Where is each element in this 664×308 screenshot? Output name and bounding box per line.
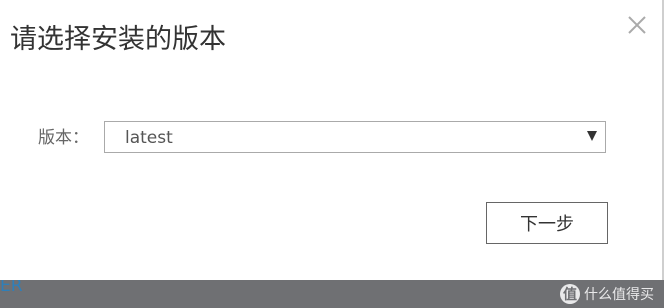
version-select-value: latest — [125, 128, 173, 148]
title-divider — [0, 81, 662, 82]
next-button[interactable]: 下一步 — [486, 202, 608, 244]
watermark-logo-icon: 值 — [560, 284, 580, 304]
version-select[interactable]: latest — [104, 121, 606, 153]
version-label: 版本： — [38, 128, 89, 148]
watermark: 值 什么值得买 — [560, 284, 654, 304]
dialog-title: 请选择安装的版本 — [10, 24, 226, 55]
close-icon[interactable] — [626, 14, 648, 36]
watermark-text: 什么值得买 — [584, 287, 654, 303]
dropdown-arrow-icon — [587, 131, 597, 141]
version-select-dialog: 请选择安装的版本 版本： latest 下一步 — [0, 0, 664, 280]
